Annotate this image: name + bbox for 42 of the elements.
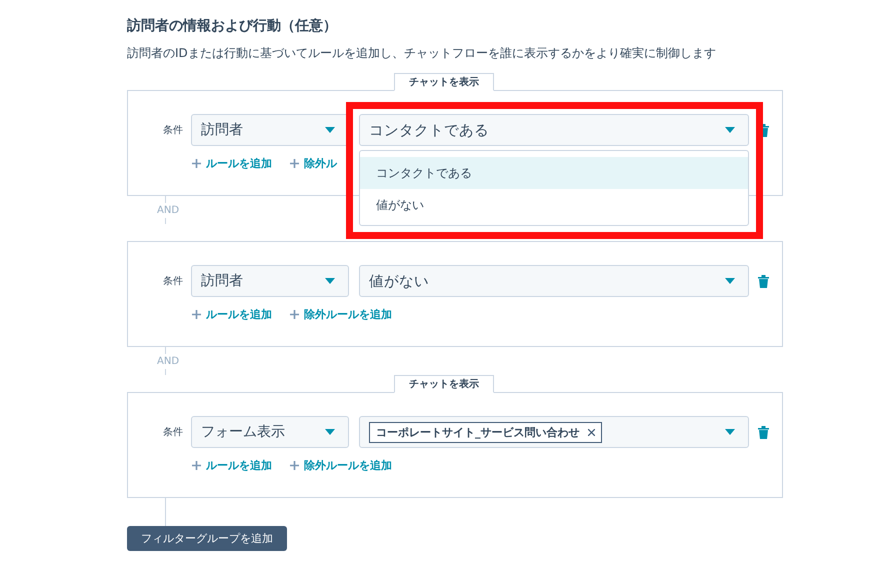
and-label: AND bbox=[157, 203, 180, 218]
plus-icon bbox=[192, 461, 201, 470]
group-tab-label: チャットを表示 bbox=[394, 375, 494, 393]
dropdown-option[interactable]: 値がない bbox=[360, 189, 748, 221]
caret-icon bbox=[725, 127, 735, 133]
trash-icon[interactable] bbox=[758, 426, 769, 438]
group-tab-label: チャットを表示 bbox=[394, 73, 494, 91]
add-rule-link[interactable]: 除外ル bbox=[290, 156, 337, 171]
dropdown-option[interactable]: コンタクトである bbox=[360, 157, 748, 189]
plus-icon bbox=[290, 310, 299, 319]
add-filter-group-button[interactable]: フィルターグループを追加 bbox=[127, 526, 287, 551]
plus-icon bbox=[192, 310, 201, 319]
caret-icon bbox=[725, 278, 735, 284]
plus-icon bbox=[290, 461, 299, 470]
property-select[interactable]: フォーム表示 bbox=[191, 416, 349, 448]
trash-icon[interactable] bbox=[758, 274, 769, 288]
plus-icon bbox=[290, 159, 299, 168]
condition-label: 条件 bbox=[163, 124, 184, 137]
property-select[interactable]: 訪問者 bbox=[191, 114, 349, 146]
and-label: AND bbox=[157, 354, 180, 369]
close-icon[interactable] bbox=[588, 428, 594, 436]
add-rule-link[interactable]: ルールを追加 bbox=[192, 307, 272, 322]
property-select[interactable]: 訪問者 bbox=[191, 265, 349, 297]
tag-chip: コーポレートサイト_サービス問い合わせ bbox=[369, 422, 602, 442]
add-rule-link[interactable]: ルールを追加 bbox=[192, 156, 272, 171]
add-rule-link[interactable]: ルールを追加 bbox=[192, 458, 272, 473]
caret-icon bbox=[725, 429, 735, 435]
condition-label: 条件 bbox=[163, 275, 184, 288]
select-value: 値がない bbox=[369, 272, 429, 290]
section-description: 訪問者のIDまたは行動に基づいてルールを追加し、チャットフローを誰に表示するかをより確実に制御します bbox=[127, 45, 717, 62]
value-select[interactable]: コーポレートサイト_サービス問い合わせ bbox=[359, 416, 749, 448]
caret-icon bbox=[325, 278, 335, 284]
section-title: 訪問者の情報および行動（任意） bbox=[127, 17, 338, 36]
condition-label: 条件 bbox=[163, 426, 184, 439]
add-rule-link[interactable]: 除外ルールを追加 bbox=[290, 458, 392, 473]
select-value: コンタクトである bbox=[369, 122, 489, 140]
caret-icon bbox=[325, 429, 335, 435]
add-rule-link[interactable]: 除外ルールを追加 bbox=[290, 307, 392, 322]
caret-icon bbox=[325, 127, 335, 133]
value-select[interactable]: 値がない bbox=[359, 265, 749, 297]
plus-icon bbox=[192, 159, 201, 168]
value-select[interactable]: コンタクトである bbox=[359, 114, 749, 146]
